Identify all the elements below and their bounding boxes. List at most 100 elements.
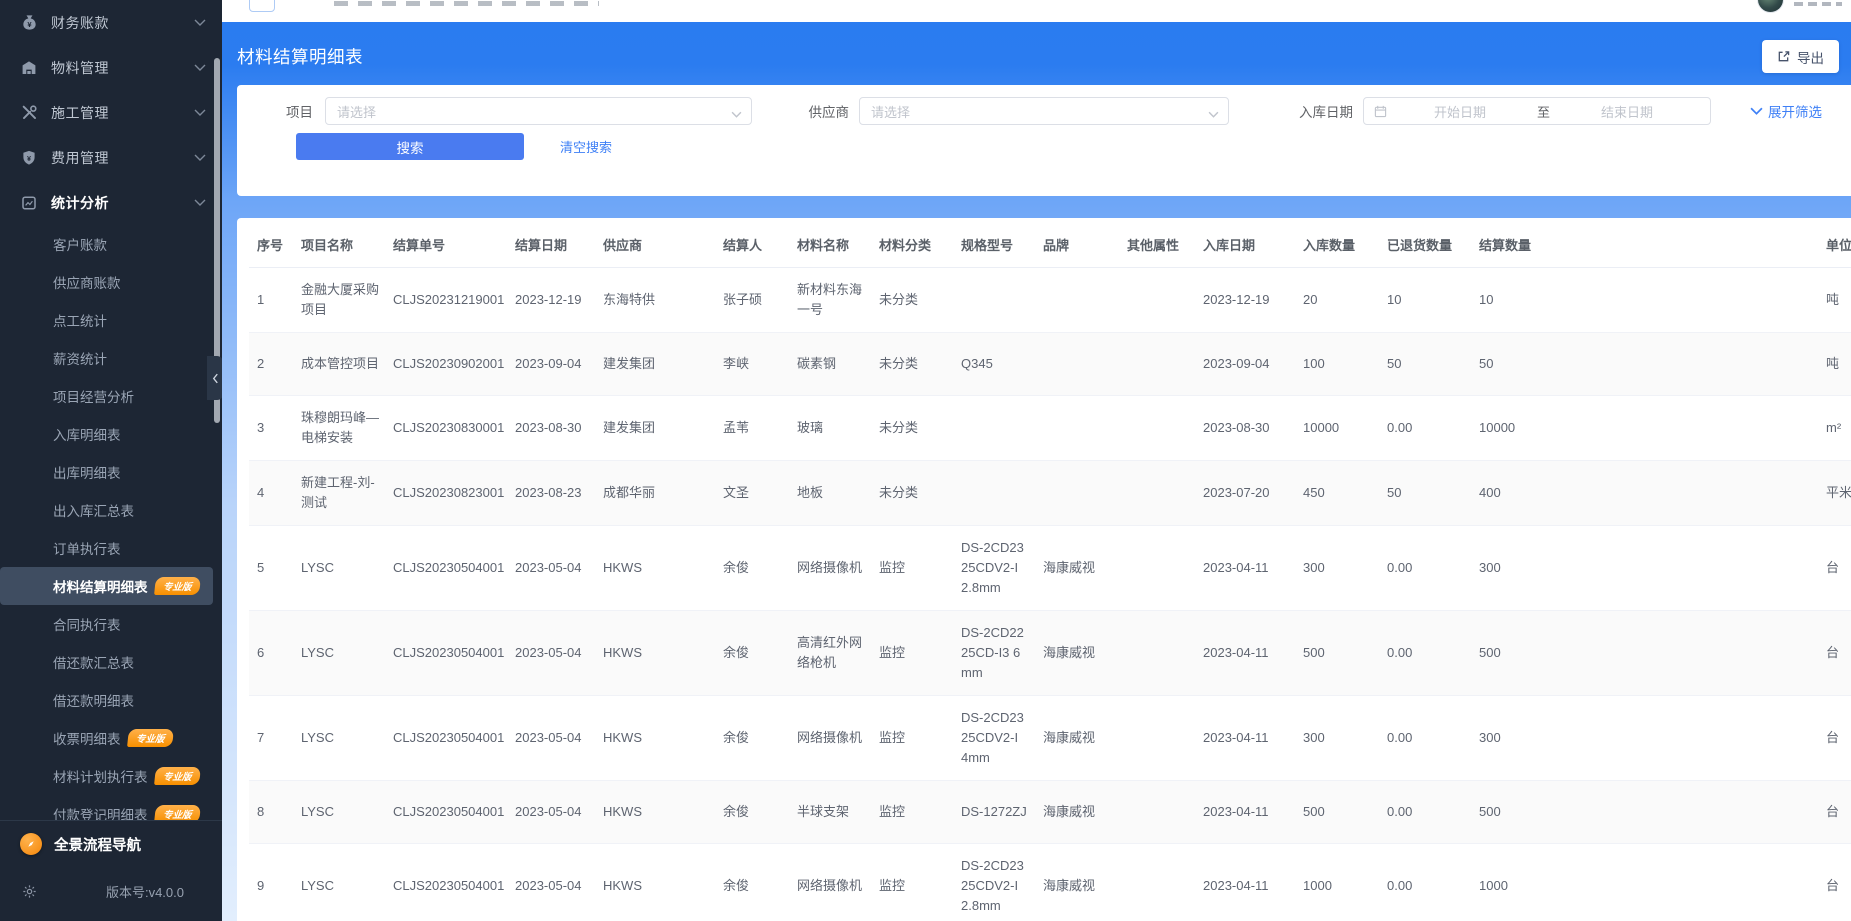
sidebar-item-订单执行表[interactable]: 订单执行表 [0,529,222,567]
table-cell: 海康威视 [1035,610,1119,696]
export-button[interactable]: 导出 [1762,40,1839,73]
sidebar-group-施工管理[interactable]: 施工管理 [0,90,222,135]
supplier-select[interactable]: 请选择 [859,97,1229,125]
sidebar-item-材料结算明细表[interactable]: 材料结算明细表 专业版 [0,567,213,605]
end-date-input[interactable]: 结束日期 [1554,102,1700,121]
table-cell: 2023-09-04 [1199,332,1295,396]
sidebar-group-费用管理[interactable]: ¥ 费用管理 [0,135,222,180]
sidebar-item-薪资统计[interactable]: 薪资统计 [0,339,222,377]
table-cell: 2023-08-30 [1199,395,1295,461]
table-cell: 500 [1295,780,1379,844]
table-cell: CLJS20231219001 [389,267,511,333]
table-cell: 余俊 [715,843,789,921]
topbar-remnant-text [334,1,599,6]
table-row[interactable]: 9 LYSC CLJS20230504001 2023-05-04 HKWS 余俊 网络摄像… [249,843,1851,921]
table-cell: DS-1272ZJ [953,780,1035,844]
table-cell: 李峡 [715,332,789,396]
sidebar-item-入库明细表[interactable]: 入库明细表 [0,415,222,453]
chevron-down-icon [194,109,206,116]
panorama-nav-item[interactable]: 全景流程导航 [0,821,222,867]
sidebar-item-label: 出入库汇总表 [53,504,134,519]
version-label: 版本号:v4.0.0 [105,884,184,900]
svg-text:¥: ¥ [27,154,31,163]
tools-icon [20,104,38,122]
table-cell: 0.00 [1379,610,1471,696]
inbound-date-range-picker[interactable]: 开始日期 至 结束日期 [1363,97,1711,125]
sidebar-item-label: 薪资统计 [53,352,107,367]
table-cell: 0.00 [1379,695,1471,781]
table-cell: 平米 [1818,460,1851,526]
table-row[interactable]: 2 成本管控项目 CLJS20230902001 2023-09-04 建发集团 李峡 碳素… [249,332,1851,396]
table-cell: 2023-05-04 [511,525,595,611]
table-body: 1 金融大厦采购项目 CLJS20231219001 2023-12-19 东海特供 张子… [249,267,1851,921]
search-button[interactable]: 搜索 [296,133,524,160]
sidebar-item-label: 材料计划执行表 [53,770,148,785]
sidebar-group-统计分析[interactable]: 统计分析 [0,180,222,225]
export-icon [1777,50,1790,63]
table-cell: HKWS [595,780,715,844]
table-cell: 450 [1295,460,1379,526]
column-header-结算日期: 结算日期 [511,222,595,268]
sidebar-group-物料管理[interactable]: 物料管理 [0,45,222,90]
sidebar-item-材料计划执行表[interactable]: 材料计划执行表 专业版 [0,757,222,795]
sidebar-group-label: 费用管理 [51,149,109,166]
sidebar-collapse-handle[interactable] [207,356,222,400]
table-row[interactable]: 3 珠穆朗玛峰—电梯安装 CLJS20230830001 2023-08-30 建发集团… [249,395,1851,461]
expand-filters-link[interactable]: 展开筛选 [1750,101,1822,121]
sidebar-groups: ¥ 财务账款 物料管理 施工管理 ¥ 费用管理统计分析 [0,0,222,225]
table-cell: 9 [249,843,293,921]
chevron-down-icon [194,19,206,26]
table-cell: m² [1818,395,1851,461]
sidebar-item-出库明细表[interactable]: 出库明细表 [0,453,222,491]
table-cell: 余俊 [715,610,789,696]
sidebar-bottom-panel: 全景流程导航 版本号:v4.0.0 [0,820,222,921]
sidebar-item-label: 借还款明细表 [53,694,134,709]
table-row[interactable]: 8 LYSC CLJS20230504001 2023-05-04 HKWS 余俊 半球支架… [249,780,1851,844]
project-select-placeholder: 请选择 [337,104,377,120]
table-row[interactable]: 5 LYSC CLJS20230504001 2023-05-04 HKWS 余俊 网络摄像… [249,525,1851,611]
table-row[interactable]: 4 新建工程-刘-测试 CLJS20230823001 2023-08-23 成都华丽文… [249,460,1851,526]
table-row[interactable]: 1 金融大厦采购项目 CLJS20231219001 2023-12-19 东海特供 张子… [249,267,1851,333]
table-cell: 0.00 [1379,395,1471,461]
sidebar-item-供应商账款[interactable]: 供应商账款 [0,263,222,301]
table-cell [953,460,1035,526]
table-cell: 未分类 [871,395,953,461]
start-date-input[interactable]: 开始日期 [1387,102,1533,121]
user-avatar[interactable] [1757,0,1784,13]
table-row[interactable]: 6 LYSC CLJS20230504001 2023-05-04 HKWS 余俊 高清红外… [249,610,1851,696]
table-cell: 4 [249,460,293,526]
table-cell: 7 [249,695,293,781]
table-cell: HKWS [595,525,715,611]
sidebar-item-点工统计[interactable]: 点工统计 [0,301,222,339]
table-cell: CLJS20230823001 [389,460,511,526]
table-cell: CLJS20230504001 [389,610,511,696]
money-bag-icon: ¥ [20,14,38,32]
table-cell: 10 [1471,267,1818,333]
clear-search-link[interactable]: 清空搜索 [560,137,612,156]
sidebar-item-项目经营分析[interactable]: 项目经营分析 [0,377,222,415]
sidebar-item-label: 收票明细表 [53,732,121,747]
table-cell: 监控 [871,610,953,696]
table-cell: 2023-04-11 [1199,525,1295,611]
sidebar-item-收票明细表[interactable]: 收票明细表 专业版 [0,719,222,757]
table-cell: 2023-08-23 [511,460,595,526]
table-cell: 成本管控项目 [293,332,389,396]
table-cell: HKWS [595,610,715,696]
bar-chart-icon [20,194,38,212]
table-row[interactable]: 7 LYSC CLJS20230504001 2023-05-04 HKWS 余俊 网络摄像… [249,695,1851,781]
sidebar-group-财务账款[interactable]: ¥ 财务账款 [0,0,222,45]
sidebar-item-合同执行表[interactable]: 合同执行表 [0,605,222,643]
pro-version-badge: 专业版 [126,729,173,747]
sidebar-item-客户账款[interactable]: 客户账款 [0,225,222,263]
project-select[interactable]: 请选择 [325,97,752,125]
table-cell: 建发集团 [595,332,715,396]
sidebar-item-出入库汇总表[interactable]: 出入库汇总表 [0,491,222,529]
app-window: ¥ 财务账款 物料管理 施工管理 ¥ 费用管理统计分析 客户账款 供应商账款 点工统计薪资统计… [0,0,1851,921]
table-cell: 1000 [1295,843,1379,921]
sidebar-item-借还款明细表[interactable]: 借还款明细表 [0,681,222,719]
table-cell: 文圣 [715,460,789,526]
sidebar-item-借还款汇总表[interactable]: 借还款汇总表 [0,643,222,681]
table-cell: 2023-05-04 [511,610,595,696]
column-header-品牌: 品牌 [1035,222,1119,268]
gear-icon[interactable] [22,884,37,899]
